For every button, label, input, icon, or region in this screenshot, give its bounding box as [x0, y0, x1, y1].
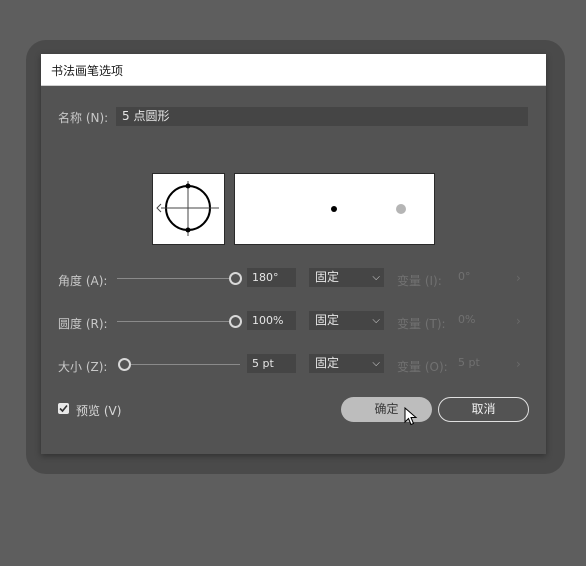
chevron-down-icon: ⌵ — [372, 315, 380, 326]
size-input[interactable]: 5 pt — [247, 354, 296, 373]
roundness-mode-select[interactable]: 固定 ⌵ — [309, 311, 384, 330]
size-variation-value: 5 pt — [458, 356, 480, 369]
title-bar[interactable]: 书法画笔选项 — [41, 54, 546, 86]
size-slider-track[interactable] — [131, 364, 240, 365]
name-label: 名称 (N): — [58, 111, 109, 125]
chevron-right-icon: › — [516, 271, 521, 285]
angle-mode-value: 固定 — [315, 270, 340, 284]
chevron-right-icon: › — [516, 357, 521, 371]
name-input[interactable]: 5 点圆形 — [116, 107, 528, 126]
roundness-slider-track[interactable] — [117, 321, 232, 322]
size-slider-knob[interactable] — [118, 358, 131, 371]
mouse-pointer-icon — [404, 407, 418, 426]
ok-button[interactable]: 确定 — [341, 397, 432, 422]
angle-variation-value: 0° — [458, 270, 471, 283]
angle-variation-label: 变量 (I): — [397, 274, 442, 288]
cancel-button[interactable]: 取消 — [438, 397, 529, 422]
angle-input[interactable]: 180° — [247, 268, 296, 287]
brush-variation-preview — [234, 173, 435, 245]
dialog-title: 书法画笔选项 — [51, 64, 124, 78]
chevron-right-icon: › — [516, 314, 521, 328]
angle-mode-select[interactable]: 固定 ⌵ — [309, 268, 384, 287]
angle-label: 角度 (A): — [58, 274, 108, 288]
preview-label[interactable]: 预览 (V) — [76, 402, 121, 419]
chevron-down-icon: ⌵ — [372, 358, 380, 369]
chevron-down-icon: ⌵ — [372, 272, 380, 283]
calligraphic-brush-options-dialog: 书法画笔选项 名称 (N): 5 点圆形 角度 (A): 180° 固定 ⌵ 变… — [41, 54, 546, 454]
preview-checkbox[interactable] — [58, 403, 69, 414]
angle-slider-track[interactable] — [117, 278, 232, 279]
roundness-input[interactable]: 100% — [247, 311, 296, 330]
roundness-label: 圆度 (R): — [58, 317, 108, 331]
angle-slider-knob[interactable] — [229, 272, 242, 285]
size-mode-value: 固定 — [315, 356, 340, 370]
roundness-mode-value: 固定 — [315, 313, 340, 327]
brush-shape-preview[interactable] — [152, 173, 225, 245]
roundness-variation-label: 变量 (T): — [397, 317, 446, 331]
brush-shape-diagram — [156, 181, 219, 236]
check-icon — [59, 404, 68, 413]
roundness-variation-value: 0% — [458, 313, 476, 326]
brush-dot-preview — [331, 204, 406, 214]
roundness-slider-knob[interactable] — [229, 315, 242, 328]
size-label: 大小 (Z): — [58, 360, 108, 374]
size-mode-select[interactable]: 固定 ⌵ — [309, 354, 384, 373]
size-variation-label: 变量 (O): — [397, 360, 448, 374]
